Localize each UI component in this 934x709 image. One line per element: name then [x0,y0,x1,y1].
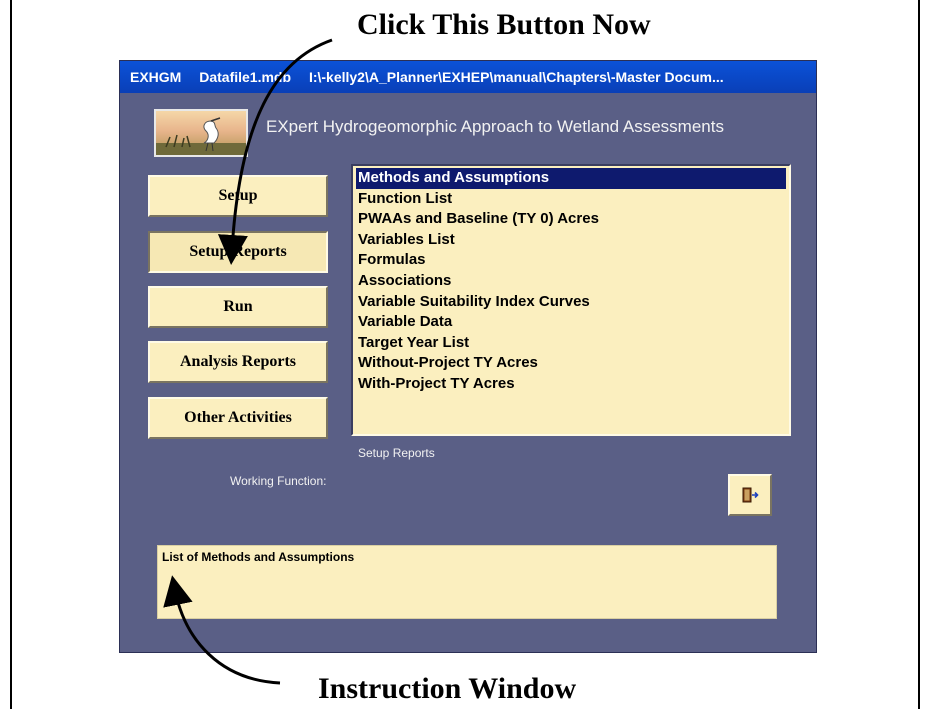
exhgm-main-window: EXHGM Datafile1.mdb I:\-kelly2\A_Planner… [119,60,817,653]
list-item[interactable]: PWAAs and Baseline (TY 0) Acres [356,209,786,230]
callout-instruction-window: Instruction Window [318,672,577,705]
frame-right-border [918,0,920,709]
setup-button[interactable]: Setup [148,175,328,217]
list-item[interactable]: Variable Suitability Index Curves [356,292,786,313]
list-item[interactable]: Variable Data [356,312,786,333]
analysis-reports-button[interactable]: Analysis Reports [148,341,328,383]
title-path: I:\-kelly2\A_Planner\EXHEP\manual\Chapte… [308,69,724,85]
list-item[interactable]: Formulas [356,250,786,271]
exit-button[interactable] [728,474,772,516]
list-item[interactable]: Without-Project TY Acres [356,353,786,374]
heron-wetland-logo [154,109,248,157]
list-item[interactable]: Function List [356,189,786,210]
window-title-bar: EXHGM Datafile1.mdb I:\-kelly2\A_Planner… [120,61,816,93]
list-item[interactable]: Target Year List [356,333,786,354]
setup-reports-button[interactable]: Setup Reports [148,231,328,273]
other-activities-button[interactable]: Other Activities [148,397,328,439]
list-item[interactable]: Associations [356,271,786,292]
list-item[interactable]: With-Project TY Acres [356,374,786,395]
callout-click-button: Click This Button Now [357,8,651,41]
title-app-name: EXHGM [130,69,182,85]
working-function-label: Working Function: [230,474,327,488]
run-button[interactable]: Run [148,286,328,328]
listbox-caption: Setup Reports [358,446,435,460]
title-datafile: Datafile1.mdb [199,69,292,85]
list-item[interactable]: Variables List [356,230,786,251]
instruction-window: List of Methods and Assumptions [157,545,777,619]
reports-listbox[interactable]: Methods and Assumptions Function List PW… [351,164,791,436]
frame-left-border [10,0,12,709]
exit-door-icon [742,487,759,503]
app-heading: EXpert Hydrogeomorphic Approach to Wetla… [266,117,724,136]
list-item[interactable]: Methods and Assumptions [356,168,786,189]
